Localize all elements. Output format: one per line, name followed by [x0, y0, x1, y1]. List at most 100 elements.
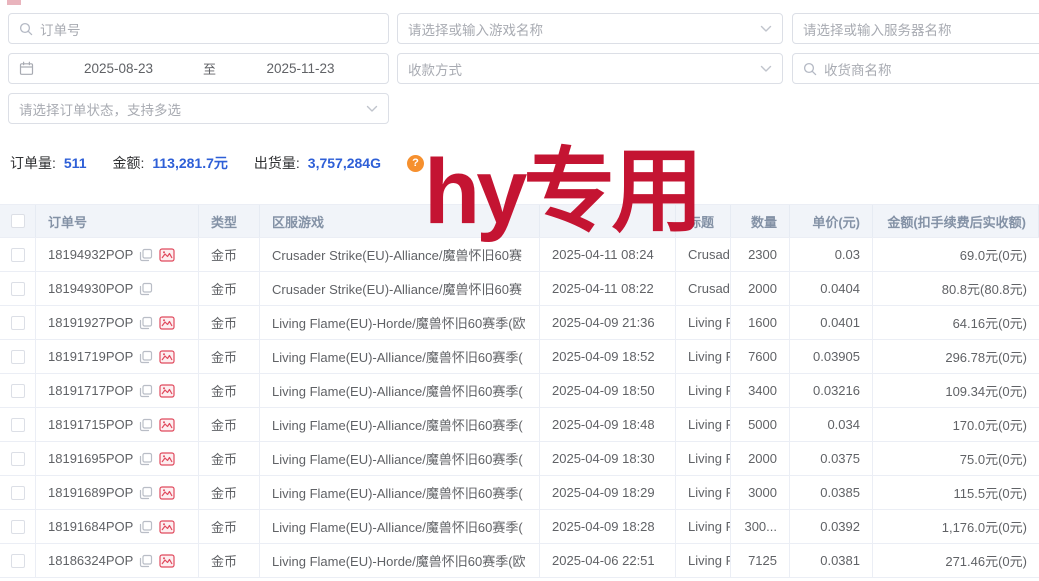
title-cell: Living Fl	[676, 408, 731, 441]
order-status-placeholder: 请选择订单状态，支持多选	[19, 99, 181, 119]
image-icon[interactable]	[159, 418, 175, 432]
title-cell: Crusade	[676, 272, 731, 305]
game-cell: Living Flame(EU)-Horde/魔兽怀旧60赛季(欧	[260, 306, 540, 339]
row-checkbox[interactable]	[11, 418, 25, 432]
title-cell: Crusade	[676, 238, 731, 271]
title-cell: Living Fl	[676, 442, 731, 475]
order-no-cell: 18191695POP	[36, 442, 199, 475]
row-checkbox[interactable]	[11, 350, 25, 364]
order-count-value: 511	[64, 155, 87, 171]
type-cell: 金币	[199, 238, 260, 271]
image-icon[interactable]	[159, 452, 175, 466]
copy-icon[interactable]	[139, 316, 153, 330]
type-cell: 金币	[199, 408, 260, 441]
order-no-text: 18191717POP	[48, 383, 133, 398]
table-row: 18191717POP 金币 Living Flame(EU)-Alliance…	[0, 374, 1039, 408]
image-icon[interactable]	[159, 384, 175, 398]
payment-method-select[interactable]: 收款方式	[397, 53, 783, 84]
order-no-cell: 18194932POP	[36, 238, 199, 271]
row-checkbox[interactable]	[11, 316, 25, 330]
server-name-input[interactable]: 请选择或输入服务器名称	[792, 13, 1039, 44]
col-amount: 金额(扣手续费后实收额)	[873, 205, 1039, 237]
qty-cell: 1600	[731, 306, 790, 339]
order-no-text: 18194930POP	[48, 281, 133, 296]
row-checkbox[interactable]	[11, 452, 25, 466]
game-cell: Living Flame(EU)-Alliance/魔兽怀旧60赛季(	[260, 442, 540, 475]
copy-icon[interactable]	[139, 282, 153, 296]
server-name-placeholder: 请选择或输入服务器名称	[803, 19, 952, 39]
price-cell: 0.03	[790, 238, 873, 271]
image-icon[interactable]	[159, 350, 175, 364]
price-cell: 0.0392	[790, 510, 873, 543]
date-end[interactable]: 2025-11-23	[223, 61, 378, 76]
game-cell: Crusader Strike(EU)-Alliance/魔兽怀旧60赛	[260, 238, 540, 271]
row-checkbox[interactable]	[11, 282, 25, 296]
copy-icon[interactable]	[139, 554, 153, 568]
row-checkbox[interactable]	[11, 248, 25, 262]
image-icon[interactable]	[159, 554, 175, 568]
title-cell: Living Fl	[676, 476, 731, 509]
chevron-down-icon	[760, 61, 772, 76]
col-qty: 数量	[731, 205, 790, 237]
row-checkbox[interactable]	[11, 384, 25, 398]
order-no-placeholder: 订单号	[40, 19, 81, 39]
game-cell: Crusader Strike(EU)-Alliance/魔兽怀旧60赛	[260, 272, 540, 305]
amount-cell: 170.0元(0元)	[873, 408, 1039, 441]
type-cell: 金币	[199, 340, 260, 373]
time-cell: 2025-04-09 18:30	[540, 442, 676, 475]
image-icon[interactable]	[159, 316, 175, 330]
copy-icon[interactable]	[139, 418, 153, 432]
game-cell: Living Flame(EU)-Alliance/魔兽怀旧60赛季(	[260, 408, 540, 441]
type-cell: 金币	[199, 476, 260, 509]
amount-label: 金额:	[112, 153, 144, 173]
row-checkbox-cell	[0, 544, 36, 577]
date-start[interactable]: 2025-08-23	[41, 61, 196, 76]
row-checkbox[interactable]	[11, 520, 25, 534]
order-no-text: 18191695POP	[48, 451, 133, 466]
game-cell: Living Flame(EU)-Alliance/魔兽怀旧60赛季(	[260, 374, 540, 407]
game-name-select[interactable]: 请选择或输入游戏名称	[397, 13, 783, 44]
row-checkbox[interactable]	[11, 486, 25, 500]
order-no-text: 18186324POP	[48, 553, 133, 568]
image-icon[interactable]	[159, 248, 175, 262]
copy-icon[interactable]	[139, 248, 153, 262]
order-status-select[interactable]: 请选择订单状态，支持多选	[8, 93, 389, 124]
title-cell: Living Fl	[676, 374, 731, 407]
amount-cell: 296.78元(0元)	[873, 340, 1039, 373]
image-icon[interactable]	[159, 520, 175, 534]
order-no-text: 18191719POP	[48, 349, 133, 364]
copy-icon[interactable]	[139, 486, 153, 500]
col-type: 类型	[199, 205, 260, 237]
copy-icon[interactable]	[139, 520, 153, 534]
receiver-placeholder: 收货商名称	[824, 59, 892, 79]
receiver-input[interactable]: 收货商名称	[792, 53, 1039, 84]
table-row: 18194932POP 金币 Crusader Strike(EU)-Allia…	[0, 238, 1039, 272]
type-cell: 金币	[199, 544, 260, 577]
row-checkbox-cell	[0, 272, 36, 305]
table-row: 18194930POP 金币 Crusader Strike(EU)-Allia…	[0, 272, 1039, 306]
row-checkbox-cell	[0, 476, 36, 509]
table-row: 18186324POP 金币 Living Flame(EU)-Horde/魔兽…	[0, 544, 1039, 578]
row-checkbox[interactable]	[11, 554, 25, 568]
qty-cell: 3000	[731, 476, 790, 509]
qty-cell: 7125	[731, 544, 790, 577]
title-cell: Living Fl	[676, 510, 731, 543]
image-icon[interactable]	[159, 486, 175, 500]
time-cell: 2025-04-11 08:24	[540, 238, 676, 271]
amount-value: 113,281.7元	[152, 153, 228, 173]
amount-cell: 69.0元(0元)	[873, 238, 1039, 271]
select-all-checkbox[interactable]	[11, 214, 25, 228]
game-cell: Living Flame(EU)-Alliance/魔兽怀旧60赛季(	[260, 510, 540, 543]
order-no-input[interactable]: 订单号	[8, 13, 389, 44]
copy-icon[interactable]	[139, 452, 153, 466]
date-range-picker[interactable]: 2025-08-23 至 2025-11-23	[8, 53, 389, 84]
amount-cell: 75.0元(0元)	[873, 442, 1039, 475]
table-row: 18191719POP 金币 Living Flame(EU)-Alliance…	[0, 340, 1039, 374]
copy-icon[interactable]	[139, 350, 153, 364]
order-no-cell: 18194930POP	[36, 272, 199, 305]
price-cell: 0.0375	[790, 442, 873, 475]
copy-icon[interactable]	[139, 384, 153, 398]
order-no-text: 18191927POP	[48, 315, 133, 330]
type-cell: 金币	[199, 374, 260, 407]
help-icon[interactable]: ?	[407, 155, 424, 172]
